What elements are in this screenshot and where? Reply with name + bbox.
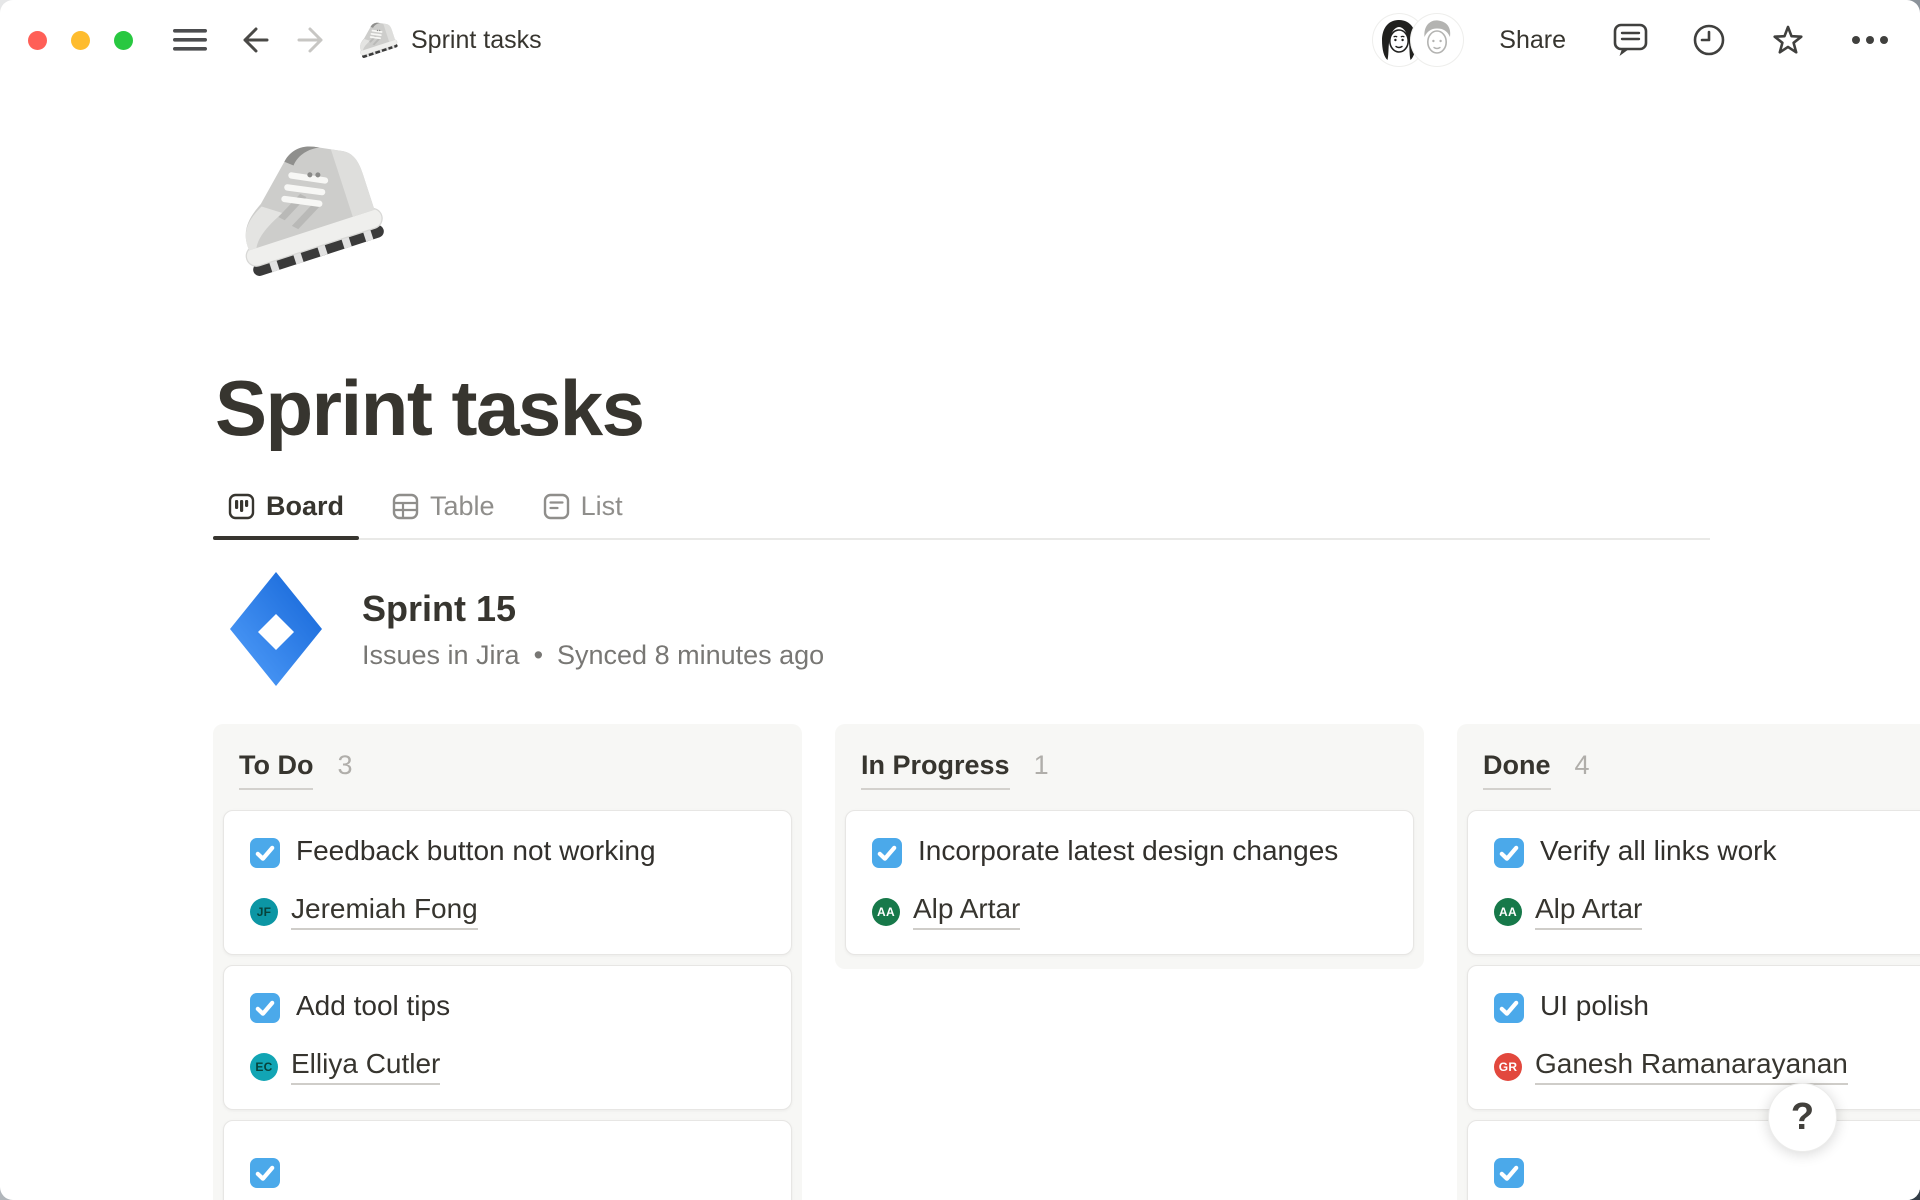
tab-label: Board	[266, 491, 344, 522]
assignee[interactable]: AA Alp Artar	[1494, 893, 1920, 930]
view-tabs: Board Table List	[213, 491, 1710, 540]
updates-button[interactable]	[1690, 21, 1728, 59]
share-button[interactable]: Share	[1499, 26, 1566, 55]
more-button[interactable]	[1848, 22, 1892, 58]
check-icon	[253, 841, 277, 865]
task-title: Add tool tips	[296, 990, 450, 1021]
assignee[interactable]: JF Jeremiah Fong	[250, 893, 765, 930]
checkbox-checked[interactable]	[250, 993, 280, 1023]
collection-title[interactable]: Sprint 15	[362, 588, 824, 630]
column-count: 3	[337, 750, 352, 781]
breadcrumb-title: Sprint tasks	[411, 26, 542, 55]
kanban-board: To Do 3 Feedback button not working JF J…	[213, 724, 1920, 1200]
checkbox-checked[interactable]	[1494, 993, 1524, 1023]
check-icon	[1497, 1161, 1521, 1185]
assignee-avatar: AA	[872, 898, 900, 926]
presence-avatars[interactable]	[1373, 14, 1463, 66]
checkbox-checked[interactable]	[1494, 838, 1524, 868]
close-window-button[interactable]	[28, 31, 47, 50]
column-count: 1	[1034, 750, 1049, 781]
list-view-icon	[543, 493, 570, 520]
collection-header: Sprint 15 Issues in Jira • Synced 8 minu…	[228, 570, 1920, 688]
zoom-window-button[interactable]	[114, 31, 133, 50]
app-window: Sprint tasks	[0, 0, 1920, 1200]
minimize-window-button[interactable]	[71, 31, 90, 50]
comments-icon	[1612, 21, 1650, 59]
clock-icon	[1690, 21, 1728, 59]
assignee-avatar: EC	[250, 1053, 278, 1081]
assignee-name: Alp Artar	[1535, 893, 1642, 930]
board-column-done: Done 4 Verify all links work AA Alp Arta…	[1457, 724, 1920, 1200]
avatar	[1411, 14, 1463, 66]
forward-arrow-icon	[293, 23, 329, 57]
tab-list[interactable]: List	[528, 491, 638, 538]
page-title: Sprint tasks	[215, 367, 1920, 449]
checkbox-checked[interactable]	[250, 838, 280, 868]
assignee[interactable]: GR Ganesh Ramanarayanan	[1494, 1048, 1920, 1085]
task-card[interactable]: Incorporate latest design changes AA Alp…	[845, 810, 1414, 955]
task-card[interactable]: Verify all links work AA Alp Artar	[1467, 810, 1920, 955]
assignee[interactable]: AA Alp Artar	[872, 893, 1387, 930]
assignee-avatar: GR	[1494, 1053, 1522, 1081]
page-icon-sneaker[interactable]	[227, 122, 389, 298]
task-card[interactable]: Feedback button not working JF Jeremiah …	[223, 810, 792, 955]
tab-table[interactable]: Table	[377, 491, 510, 538]
tab-board[interactable]: Board	[213, 491, 359, 538]
ellipsis-icon	[1848, 22, 1892, 58]
task-card[interactable]	[223, 1120, 792, 1200]
check-icon	[875, 841, 899, 865]
forward-button[interactable]	[293, 23, 329, 57]
assignee-name: Elliya Cutler	[291, 1048, 440, 1085]
breadcrumb[interactable]: Sprint tasks	[355, 18, 542, 62]
column-count: 4	[1575, 750, 1590, 781]
collection-source[interactable]: Issues in Jira	[362, 640, 520, 671]
task-title: UI polish	[1540, 990, 1649, 1021]
tab-label: Table	[430, 491, 495, 522]
column-title[interactable]: In Progress	[861, 750, 1010, 790]
table-view-icon	[392, 493, 419, 520]
checkbox-checked[interactable]	[872, 838, 902, 868]
star-icon	[1768, 20, 1808, 60]
collection-subtitle: Issues in Jira • Synced 8 minutes ago	[362, 640, 824, 671]
board-view-icon	[228, 493, 255, 520]
topbar: Sprint tasks	[0, 0, 1920, 80]
task-title: Incorporate latest design changes	[918, 835, 1338, 866]
menu-icon	[171, 25, 209, 55]
check-icon	[253, 1161, 277, 1185]
assignee-name: Jeremiah Fong	[291, 893, 478, 930]
task-card[interactable]	[1467, 1120, 1920, 1200]
checkbox-checked[interactable]	[1494, 1158, 1524, 1188]
assignee-avatar: AA	[1494, 898, 1522, 926]
task-card[interactable]: UI polish GR Ganesh Ramanarayanan	[1467, 965, 1920, 1110]
help-button[interactable]: ?	[1768, 1083, 1837, 1152]
check-icon	[253, 996, 277, 1020]
board-column-todo: To Do 3 Feedback button not working JF J…	[213, 724, 802, 1200]
window-controls	[28, 31, 133, 50]
task-card[interactable]: Add tool tips EC Elliya Cutler	[223, 965, 792, 1110]
tab-label: List	[581, 491, 623, 522]
assignee-avatar: JF	[250, 898, 278, 926]
sync-status: Synced 8 minutes ago	[557, 640, 824, 671]
column-title[interactable]: To Do	[239, 750, 313, 790]
comments-button[interactable]	[1612, 21, 1650, 59]
task-title: Verify all links work	[1540, 835, 1777, 866]
assignee[interactable]: EC Elliya Cutler	[250, 1048, 765, 1085]
assignee-name: Alp Artar	[913, 893, 1020, 930]
jira-logo-icon	[228, 570, 324, 688]
sidebar-menu-button[interactable]	[171, 25, 209, 55]
back-arrow-icon	[237, 23, 273, 57]
column-title[interactable]: Done	[1483, 750, 1551, 790]
check-icon	[1497, 996, 1521, 1020]
sneaker-icon	[355, 18, 399, 62]
board-column-in-progress: In Progress 1 Incorporate latest design …	[835, 724, 1424, 969]
bullet-separator: •	[534, 640, 543, 671]
checkbox-checked[interactable]	[250, 1158, 280, 1188]
task-title: Feedback button not working	[296, 835, 656, 866]
assignee-name: Ganesh Ramanarayanan	[1535, 1048, 1848, 1085]
favorite-button[interactable]	[1768, 20, 1808, 60]
check-icon	[1497, 841, 1521, 865]
back-button[interactable]	[237, 23, 273, 57]
